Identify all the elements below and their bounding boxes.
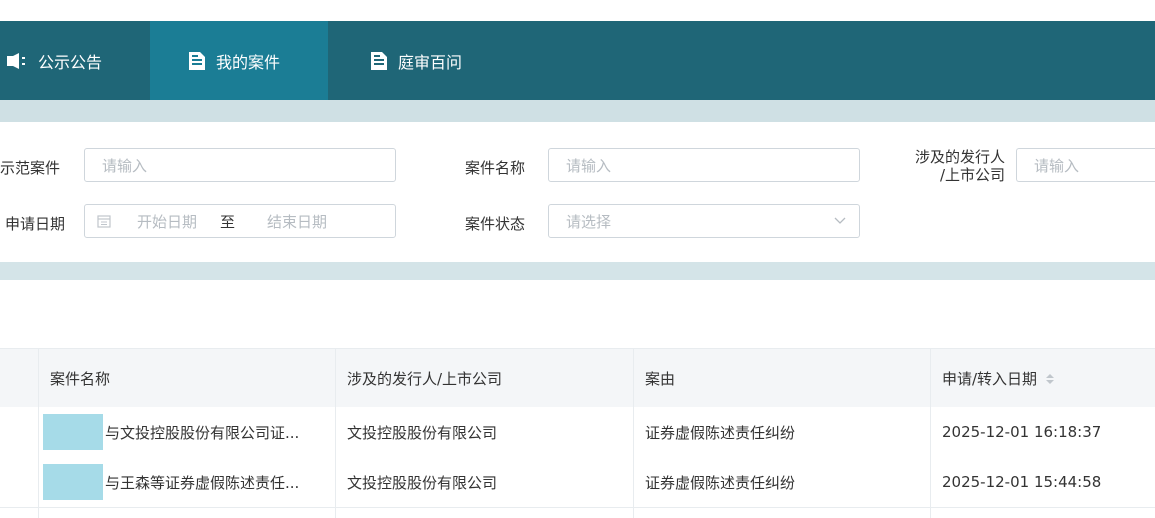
placeholder: 请输入: [566, 156, 612, 175]
demo-case-input[interactable]: 请输入: [84, 148, 396, 182]
end-date-placeholder[interactable]: 结束日期: [267, 211, 327, 232]
date-separator: 至: [220, 212, 236, 231]
issuer-label: 涉及的发行人 /上市公司: [902, 148, 1005, 184]
start-date-placeholder[interactable]: 开始日期: [137, 211, 197, 232]
cell-case-name[interactable]: 与王森等证券虚假陈述责任...: [43, 457, 299, 507]
header-date-label: 申请/转入日期: [942, 370, 1038, 388]
document-icon: [371, 51, 387, 70]
chevron-down-icon: [834, 217, 846, 224]
cell-cause: 证券虚假陈述责任纠纷: [645, 473, 796, 492]
placeholder: 请选择: [566, 212, 612, 231]
redaction-mask: [43, 464, 103, 500]
cell-date: 2025-12-01 15:44:58: [942, 473, 1102, 491]
header-case-name: 案件名称: [50, 370, 111, 388]
table-row[interactable]: 与王森等证券虚假陈述责任... 文投控股股份有限公司 证券虚假陈述责任纠纷 20…: [0, 457, 1155, 508]
case-name-text: 与王森等证券虚假陈述责任...: [105, 473, 300, 492]
tab-label: 庭审百问: [398, 52, 463, 72]
cell-issuer: 文投控股股份有限公司: [347, 423, 498, 442]
tab-label: 我的案件: [216, 52, 281, 72]
case-name-input[interactable]: 请输入: [548, 148, 860, 182]
redaction-mask: [43, 414, 103, 450]
column-divider: [335, 348, 336, 518]
apply-date-range[interactable]: 开始日期 至 结束日期: [84, 204, 396, 238]
issuer-label-line1: 涉及的发行人: [914, 148, 1005, 166]
filter-panel: 示范案件 请输入 案件名称 请输入 涉及的发行人 /上市公司 请输入 申请日期 …: [0, 122, 1155, 262]
table-row[interactable]: 与文投控股股份有限公司证... 文投控股股份有限公司 证券虚假陈述责任纠纷 20…: [0, 407, 1155, 458]
nav-divider: [0, 100, 1155, 122]
case-status-select[interactable]: 请选择: [548, 204, 860, 238]
placeholder: 请输入: [1034, 156, 1080, 175]
top-strip: [0, 0, 1155, 21]
case-name-label: 案件名称: [465, 159, 526, 177]
tab-announcements[interactable]: 公示公告: [0, 21, 150, 100]
filter-divider: [0, 262, 1155, 280]
table-header: 案件名称 涉及的发行人/上市公司 案由 申请/转入日期: [0, 348, 1155, 408]
header-issuer: 涉及的发行人/上市公司: [347, 370, 503, 388]
tab-my-cases[interactable]: 我的案件: [150, 21, 328, 100]
issuer-label-line2: /上市公司: [939, 166, 1005, 184]
cell-date: 2025-12-01 16:18:37: [942, 423, 1102, 441]
cell-cause: 证券虚假陈述责任纠纷: [645, 423, 796, 442]
tab-trial-faq[interactable]: 庭审百问: [328, 21, 498, 100]
case-status-label: 案件状态: [465, 215, 526, 233]
cell-issuer: 文投控股股份有限公司: [347, 473, 498, 492]
apply-date-label: 申请日期: [5, 215, 66, 233]
sort-icon[interactable]: [1045, 372, 1055, 386]
demo-case-label: 示范案件: [0, 159, 61, 177]
column-divider: [633, 348, 634, 518]
issuer-input[interactable]: 请输入: [1016, 148, 1155, 182]
document-icon: [189, 51, 205, 70]
column-divider: [930, 348, 931, 518]
speaker-icon: [7, 52, 25, 69]
header-date[interactable]: 申请/转入日期: [942, 349, 1055, 408]
case-name-text: 与文投控股股份有限公司证...: [105, 423, 300, 442]
tab-label: 公示公告: [38, 52, 103, 72]
column-divider: [38, 348, 39, 518]
top-nav: 公示公告 我的案件 庭审百问: [0, 21, 1155, 100]
header-cause: 案由: [645, 370, 676, 388]
cell-case-name[interactable]: 与文投控股股份有限公司证...: [43, 407, 299, 457]
placeholder: 请输入: [102, 156, 148, 175]
calendar-icon: [97, 215, 111, 228]
